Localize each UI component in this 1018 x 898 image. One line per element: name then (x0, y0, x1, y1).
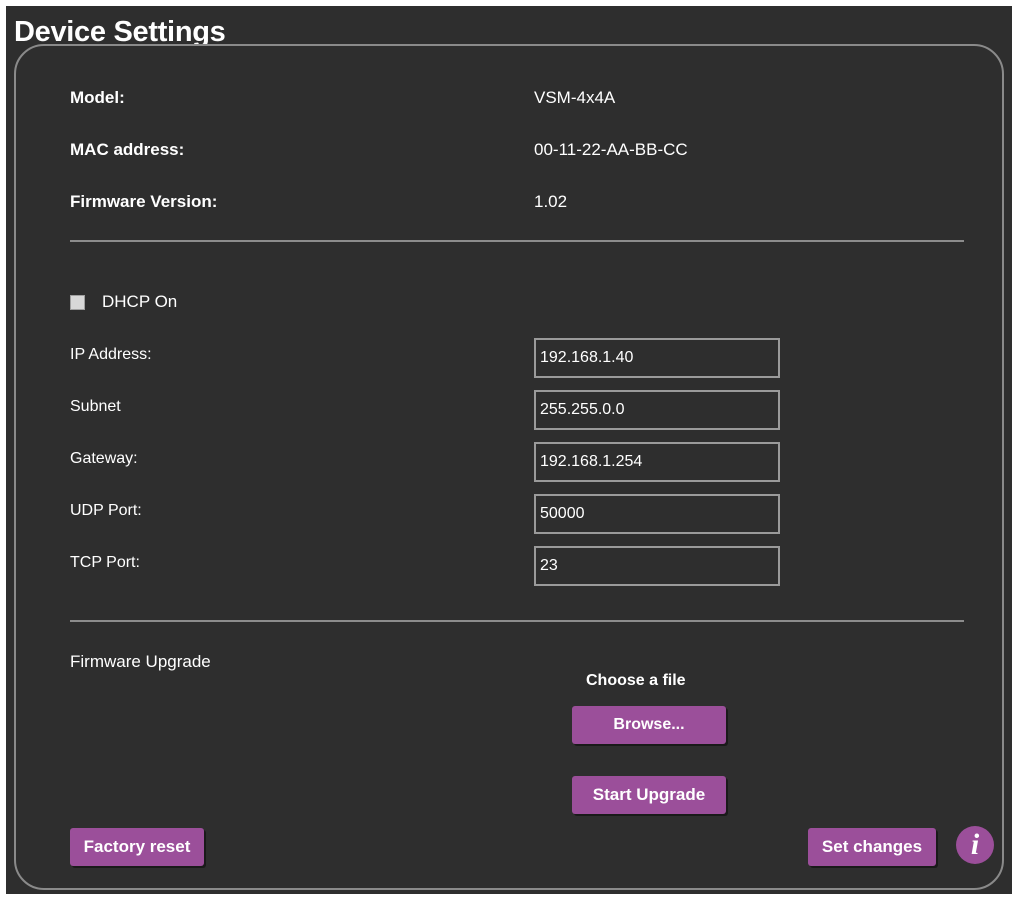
gateway-input[interactable] (534, 442, 780, 482)
set-changes-button[interactable]: Set changes (808, 828, 936, 866)
ip-address-input[interactable] (534, 338, 780, 378)
firmware-upgrade-label: Firmware Upgrade (70, 652, 211, 671)
info-icon[interactable]: i (956, 826, 994, 864)
start-upgrade-button[interactable]: Start Upgrade (572, 776, 726, 814)
choose-file-label: Choose a file (586, 672, 686, 689)
model-label: Model: (70, 88, 125, 107)
udp-port-input[interactable] (534, 494, 780, 534)
udp-port-label: UDP Port: (70, 502, 142, 519)
dhcp-label: DHCP On (102, 292, 178, 311)
dhcp-checkbox[interactable] (70, 294, 85, 310)
subnet-label: Subnet (70, 398, 121, 415)
tcp-port-input[interactable] (534, 546, 780, 586)
model-value: VSM-4x4A (534, 88, 616, 107)
factory-reset-button[interactable]: Factory reset (70, 828, 204, 866)
device-settings-window: Device Settings Model: VSM-4x4A MAC addr… (6, 6, 1012, 894)
tcp-port-label: TCP Port: (70, 554, 140, 571)
section-divider-top (70, 240, 964, 242)
browse-button[interactable]: Browse... (572, 706, 726, 744)
section-divider-bottom (70, 620, 964, 622)
subnet-input[interactable] (534, 390, 780, 430)
ip-address-label: IP Address: (70, 346, 152, 363)
mac-address-value: 00-11-22-AA-BB-CC (534, 140, 688, 159)
settings-panel: Model: VSM-4x4A MAC address: 00-11-22-AA… (14, 44, 1004, 890)
dhcp-row: DHCP On (70, 292, 177, 312)
firmware-version-value: 1.02 (534, 192, 568, 211)
firmware-version-label: Firmware Version: (70, 192, 218, 211)
mac-address-label: MAC address: (70, 140, 185, 159)
gateway-label: Gateway: (70, 450, 138, 467)
